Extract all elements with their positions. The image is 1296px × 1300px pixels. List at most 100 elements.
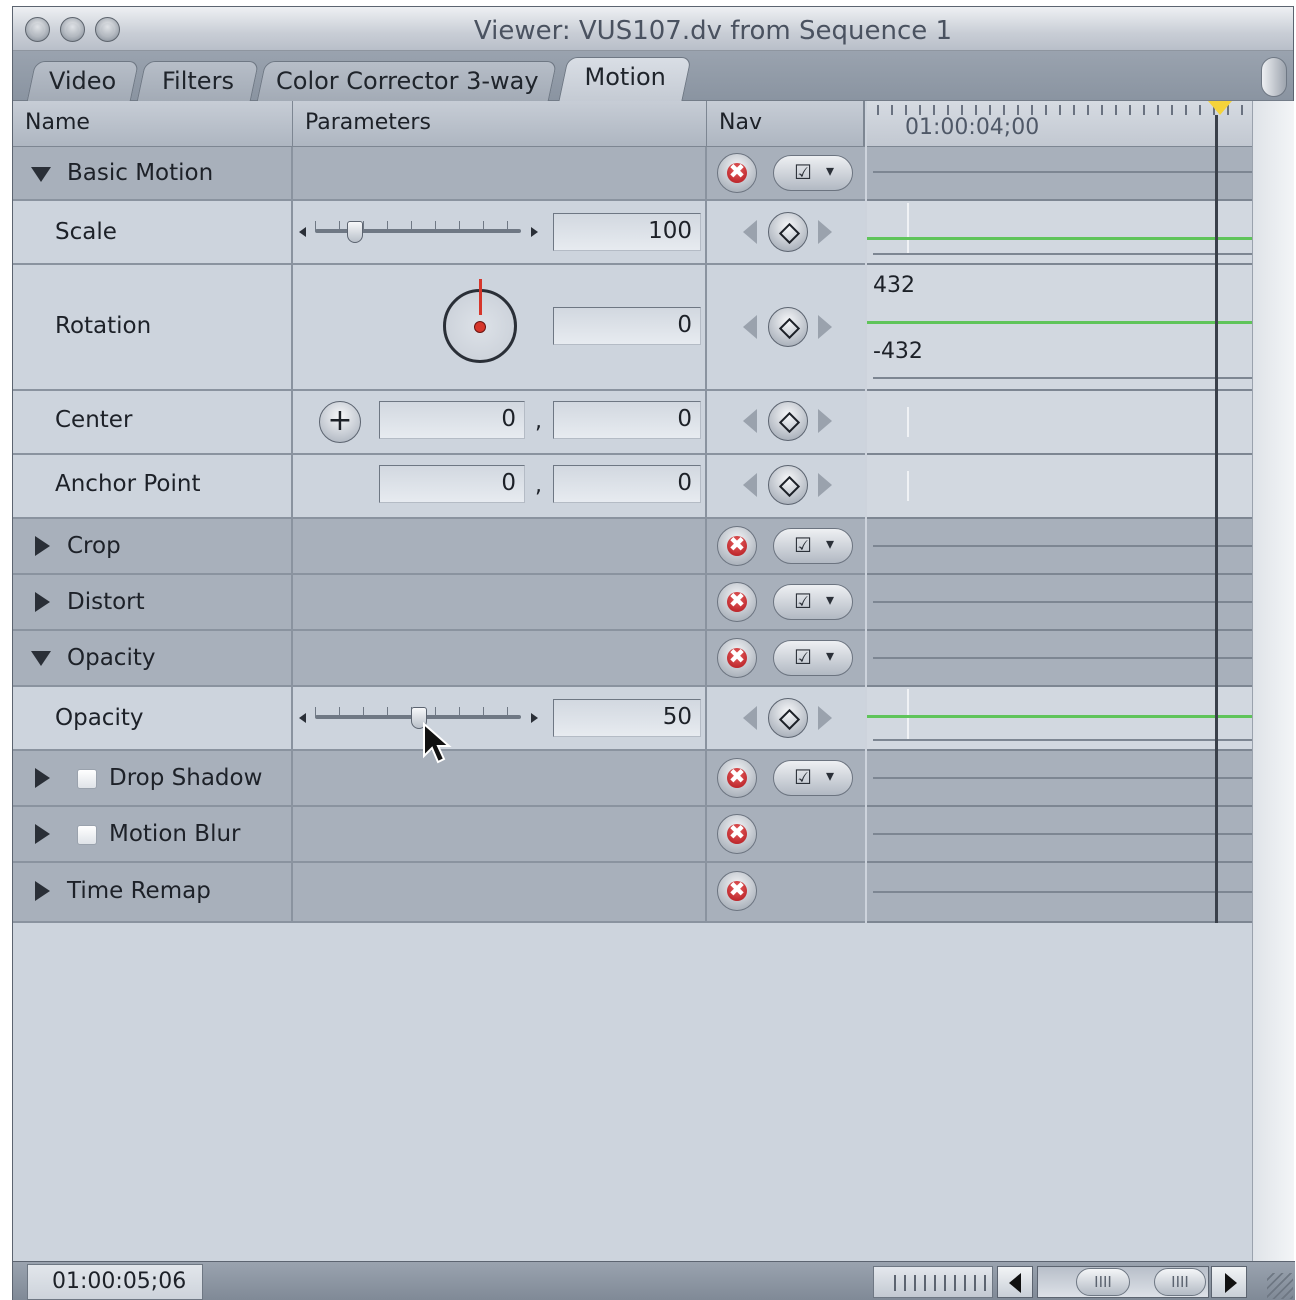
slider-left-arrow-icon[interactable] [299,227,306,237]
group-row-basic-motion: Basic Motion ✖ ☑ ▾ [13,147,865,201]
scroll-thumb-right[interactable]: IIII [1154,1268,1206,1296]
group-label-opacity: Opacity [67,645,156,671]
zoom-control[interactable] [873,1266,993,1298]
rotation-graph-line[interactable] [867,321,1252,324]
tl-row-opacity-param [867,687,1252,751]
keyframe-menu-button[interactable]: ☑ ▾ [773,155,853,191]
anchor-y-field[interactable]: 0 [553,465,701,503]
group-row-time-remap: Time Remap ✖ [13,863,865,923]
next-keyframe-icon[interactable] [818,706,832,730]
window-title: Viewer: VUS107.dv from Sequence 1 [473,16,953,46]
playhead-handle-icon[interactable] [1208,101,1232,115]
group-row-distort: Distort ✖ ☑ ▾ [13,575,865,631]
tl-row-distort [867,575,1252,631]
rotation-graph-min: -432 [873,339,923,364]
disclosure-expanded-icon[interactable] [31,167,51,182]
add-keyframe-icon[interactable] [768,465,808,505]
param-label-scale: Scale [55,219,117,245]
disclosure-collapsed-icon[interactable] [35,536,50,556]
disclosure-collapsed-icon[interactable] [35,768,50,788]
scale-value-field[interactable]: 100 [553,213,701,251]
header-nav: Nav [707,101,865,147]
scale-graph-line[interactable] [867,237,1252,240]
timeline-ruler[interactable]: 01:00:04;00 [867,101,1252,147]
previous-keyframe-icon[interactable] [743,706,757,730]
chevron-down-icon: ▾ [826,646,835,665]
add-keyframe-icon[interactable] [768,401,808,441]
rotation-value-field[interactable]: 0 [553,307,701,345]
checkbox-menu-icon: ☑ [794,765,812,789]
slider-left-arrow-icon[interactable] [299,713,306,723]
empty-area [13,923,1252,1261]
scale-slider-thumb[interactable] [347,221,363,243]
tl-row-crop [867,519,1252,575]
ruler-ticks [877,105,1252,115]
reset-icon[interactable]: ✖ [717,638,757,678]
reset-icon[interactable]: ✖ [717,758,757,798]
previous-keyframe-icon[interactable] [743,315,757,339]
playhead-line[interactable] [1215,115,1218,923]
scroll-thumb-left[interactable]: IIII [1076,1268,1130,1296]
chevron-down-icon: ▾ [826,161,835,180]
opacity-graph-line[interactable] [867,715,1252,718]
resize-grip-icon[interactable] [1267,1273,1293,1299]
rotation-needle [479,279,482,315]
point-select-button[interactable]: + [319,401,361,443]
reset-icon[interactable]: ✖ [717,153,757,193]
drop-shadow-checkbox[interactable] [77,769,97,789]
previous-keyframe-icon[interactable] [743,220,757,244]
motion-blur-checkbox[interactable] [77,825,97,845]
scroll-right-button[interactable] [1211,1266,1247,1298]
tab-video[interactable]: Video [26,61,140,101]
keyframe-menu-button[interactable]: ☑ ▾ [773,760,853,796]
reset-icon[interactable]: ✖ [717,582,757,622]
tl-row-scale [867,201,1252,265]
slider-right-arrow-icon[interactable] [531,227,538,237]
current-timecode[interactable]: 01:00:05;06 [27,1264,203,1300]
slider-right-arrow-icon[interactable] [531,713,538,723]
opacity-value-field[interactable]: 50 [553,699,701,737]
horizontal-scrollbar[interactable]: IIII IIII [1037,1266,1209,1298]
zoom-ticks [894,1275,986,1291]
previous-keyframe-icon[interactable] [743,409,757,433]
next-keyframe-icon[interactable] [818,315,832,339]
previous-keyframe-icon[interactable] [743,473,757,497]
add-keyframe-icon[interactable] [768,307,808,347]
tab-filters[interactable]: Filters [136,61,260,101]
keyframe-menu-button[interactable]: ☑ ▾ [773,584,853,620]
add-keyframe-icon[interactable] [768,212,808,252]
tab-bar: Video Filters Color Corrector 3-way Moti… [13,51,1293,102]
tab-color-corrector[interactable]: Color Corrector 3-way [256,61,558,101]
scale-slider[interactable] [315,229,521,233]
group-label-drop-shadow: Drop Shadow [109,765,263,791]
reset-icon[interactable]: ✖ [717,871,757,911]
tl-row-drop-shadow [867,751,1252,807]
reset-icon[interactable]: ✖ [717,526,757,566]
next-keyframe-icon[interactable] [818,220,832,244]
checkbox-menu-icon: ☑ [794,533,812,557]
center-x-field[interactable]: 0 [379,401,525,439]
keyframe-graph-area[interactable]: 432 -432 [867,147,1252,923]
disclosure-expanded-icon[interactable] [31,651,51,666]
tab-scroll-button[interactable] [1261,57,1287,97]
keyframe-menu-button[interactable]: ☑ ▾ [773,640,853,676]
tl-row-opacity [867,631,1252,687]
reset-icon[interactable]: ✖ [717,814,757,854]
group-row-opacity: Opacity ✖ ☑ ▾ [13,631,865,687]
next-keyframe-icon[interactable] [818,409,832,433]
mouse-cursor-icon [423,722,452,764]
vertical-scrollbar[interactable] [1252,101,1294,1261]
checkbox-menu-icon: ☑ [794,589,812,613]
disclosure-collapsed-icon[interactable] [35,824,50,844]
add-keyframe-icon[interactable] [768,698,808,738]
viewer-window: Viewer: VUS107.dv from Sequence 1 Video … [12,6,1295,1300]
next-keyframe-icon[interactable] [818,473,832,497]
group-label-distort: Distort [67,589,145,615]
center-y-field[interactable]: 0 [553,401,701,439]
anchor-x-field[interactable]: 0 [379,465,525,503]
tab-motion[interactable]: Motion [558,57,692,102]
scroll-left-button[interactable] [997,1266,1033,1298]
disclosure-collapsed-icon[interactable] [35,881,50,901]
disclosure-collapsed-icon[interactable] [35,592,50,612]
keyframe-menu-button[interactable]: ☑ ▾ [773,528,853,564]
